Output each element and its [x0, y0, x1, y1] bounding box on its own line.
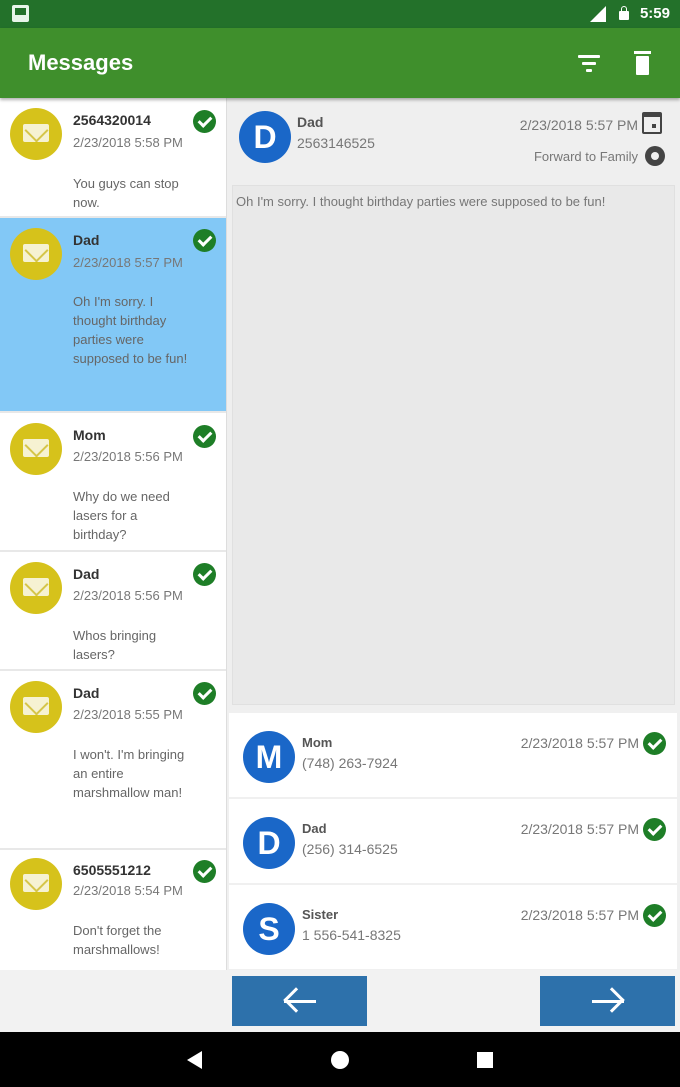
envelope-icon [10, 681, 62, 733]
previous-button[interactable] [232, 976, 367, 1026]
message-list-item-selected[interactable]: Dad 2/23/2018 5:57 PM Oh I'm sorry. I th… [0, 218, 226, 413]
next-button[interactable] [540, 976, 675, 1026]
signal-icon [590, 6, 606, 22]
recipient-phone: 1 556-541-8325 [302, 927, 401, 943]
status-time: 5:59 [639, 5, 670, 22]
check-icon [193, 563, 216, 586]
message-date: 2/23/2018 5:58 PM [73, 135, 183, 150]
message-list-item[interactable]: 2564320014 2/23/2018 5:58 PM You guys ca… [0, 98, 226, 218]
recipient-item[interactable]: S Sister 1 556-541-8325 2/23/2018 5:57 P… [229, 885, 677, 969]
check-icon [193, 425, 216, 448]
message-sender: Mom [73, 427, 106, 443]
recipient-date: 2/23/2018 5:57 PM [520, 907, 639, 923]
message-list-item[interactable]: Dad 2/23/2018 5:56 PM Whos bringing lase… [0, 552, 226, 671]
message-body: Oh I'm sorry. I thought birthday parties… [232, 185, 675, 705]
envelope-icon [10, 228, 62, 280]
recipient-item[interactable]: M Mom (748) 263-7924 2/23/2018 5:57 PM [229, 713, 677, 797]
message-preview: I won't. I'm bringing an entire marshmal… [73, 747, 185, 800]
recipient-list: M Mom (748) 263-7924 2/23/2018 5:57 PM D… [227, 710, 680, 970]
message-date: 2/23/2018 5:57 PM [73, 255, 183, 270]
recipient-name: Dad [302, 821, 327, 836]
detail-date: 2/23/2018 5:57 PM [519, 117, 638, 133]
recipient-phone: (256) 314-6525 [302, 841, 398, 857]
message-preview: Don't forget the marshmallows! [73, 923, 162, 957]
message-detail: D Dad 2563146525 2/23/2018 5:57 PM Forwa… [227, 98, 680, 710]
check-icon [643, 732, 666, 755]
recipient-name: Mom [302, 735, 333, 750]
check-icon [193, 110, 216, 133]
message-preview: Why do we need lasers for a birthday? [73, 489, 170, 542]
message-list-item[interactable]: 6505551212 2/23/2018 5:54 PM Don't forge… [0, 850, 226, 970]
envelope-icon [10, 423, 62, 475]
message-list: 2564320014 2/23/2018 5:58 PM You guys ca… [0, 98, 227, 970]
message-preview: You guys can stop now. [73, 176, 179, 210]
message-sender: Dad [73, 232, 100, 248]
app-title: Messages [28, 50, 134, 75]
notification-icon [12, 5, 29, 22]
message-list-item[interactable]: Dad 2/23/2018 5:55 PM I won't. I'm bring… [0, 671, 226, 850]
trash-icon[interactable] [634, 51, 651, 75]
recipient-date: 2/23/2018 5:57 PM [520, 735, 639, 751]
message-body-text: Oh I'm sorry. I thought birthday parties… [236, 194, 606, 209]
recents-icon[interactable] [477, 1052, 493, 1068]
detail-sender: Dad [297, 114, 324, 130]
check-icon [193, 682, 216, 705]
check-icon [643, 818, 666, 841]
check-icon [643, 904, 666, 927]
recipient-avatar: S [243, 903, 295, 955]
recipient-date: 2/23/2018 5:57 PM [520, 821, 639, 837]
calendar-icon[interactable] [642, 112, 662, 134]
lock-icon [619, 6, 629, 20]
message-list-item[interactable]: Mom 2/23/2018 5:56 PM Why do we need las… [0, 413, 226, 552]
message-sender: 6505551212 [73, 862, 151, 878]
message-sender: 2564320014 [73, 112, 151, 128]
forward-icon[interactable] [645, 146, 665, 166]
message-date: 2/23/2018 5:56 PM [73, 588, 183, 603]
message-preview: Whos bringing lasers? [73, 628, 157, 662]
envelope-icon [10, 108, 62, 160]
status-bar: 5:59 [0, 0, 680, 28]
back-icon[interactable] [187, 1051, 202, 1069]
sender-avatar: D [239, 111, 291, 163]
detail-phone: 2563146525 [297, 135, 375, 151]
recipient-item[interactable]: D Dad (256) 314-6525 2/23/2018 5:57 PM [229, 799, 677, 883]
check-icon [193, 860, 216, 883]
message-preview: Oh I'm sorry. I thought birthday parties… [73, 294, 188, 366]
message-sender: Dad [73, 685, 100, 701]
envelope-icon [10, 562, 62, 614]
home-icon[interactable] [331, 1051, 349, 1069]
recipient-name: Sister [302, 907, 339, 922]
recipient-avatar: M [243, 731, 295, 783]
message-date: 2/23/2018 5:56 PM [73, 449, 183, 464]
system-nav-bar [0, 1032, 680, 1087]
recipient-avatar: D [243, 817, 295, 869]
message-date: 2/23/2018 5:55 PM [73, 707, 183, 722]
filter-icon[interactable] [576, 54, 602, 74]
message-date: 2/23/2018 5:54 PM [73, 883, 183, 898]
message-sender: Dad [73, 566, 100, 582]
check-icon [193, 229, 216, 252]
recipient-phone: (748) 263-7924 [302, 755, 398, 771]
app-bar: Messages [0, 28, 680, 98]
forward-label[interactable]: Forward to Family [534, 149, 638, 164]
envelope-icon [10, 858, 62, 910]
